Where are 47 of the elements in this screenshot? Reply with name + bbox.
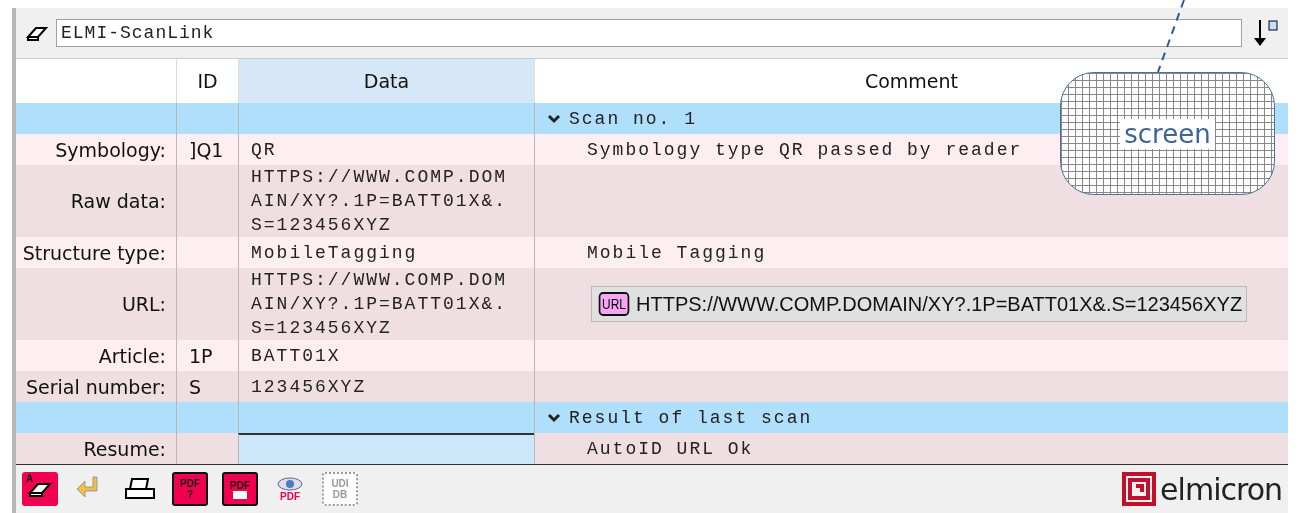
label-cell: Resume: <box>16 433 176 464</box>
id-cell: 1P <box>176 340 238 371</box>
id-cell: ]Q1 <box>176 134 238 165</box>
section-title: Scan no. 1 <box>568 107 698 131</box>
chevron-icon[interactable] <box>547 113 561 124</box>
id-cell <box>176 237 238 268</box>
section-header-cell[interactable]: Result of last scan <box>534 402 1288 433</box>
data-cell: BATT01X <box>238 340 534 371</box>
id-cell <box>176 165 238 237</box>
eraser-icon[interactable] <box>26 25 48 41</box>
eye-icon <box>276 476 304 491</box>
title-field[interactable]: ELMI-ScanLink <box>56 19 1242 47</box>
id-cell <box>176 103 238 134</box>
comment-cell: Mobile Tagging <box>534 237 1288 268</box>
data-cell: MobileTagging <box>238 237 534 268</box>
section-title: Result of last scan <box>568 406 813 430</box>
printer-icon <box>124 477 156 501</box>
label-cell: Article: <box>16 340 176 371</box>
chevron-icon[interactable] <box>547 412 561 423</box>
id-cell <box>176 402 238 433</box>
id-cell <box>176 268 238 340</box>
label-cell: Symbology: <box>16 134 176 165</box>
label-cell: URL: <box>16 268 176 340</box>
data-cell[interactable] <box>238 433 534 464</box>
eraser-icon <box>28 481 52 497</box>
data-cell: HTTPS://WWW.COMP.DOMAIN/XY?.1P=BATT01X&.S=123456XYZ <box>238 165 534 237</box>
id-cell <box>176 433 238 464</box>
logo-icon <box>1122 472 1157 506</box>
pdf-tool[interactable]: PDF ? <box>172 472 208 506</box>
pdf-tool[interactable]: PDF <box>222 472 258 506</box>
label-cell: Structure type: <box>16 237 176 268</box>
column-header: Data <box>238 59 534 103</box>
label-cell: Raw data: <box>16 165 176 237</box>
comment-cell: AutoID URL Ok <box>534 433 1288 464</box>
url-link[interactable]: URL HTTPS://WWW.COMP.DOMAIN/XY?.1P=BATT01X&.S=123456XYZ <box>591 286 1248 322</box>
eye-pdf-tool[interactable]: PDF <box>272 472 308 506</box>
label-cell: Serial number: <box>16 371 176 402</box>
id-cell: S <box>176 371 238 402</box>
data-cell: 123456XYZ <box>238 371 534 402</box>
data-cell: HTTPS://WWW.COMP.DOMAIN/XY?.1P=BATT01X&.S=123456XYZ <box>238 268 534 340</box>
udi-db-tool[interactable]: UDI DB <box>322 472 358 506</box>
url-badge: URL <box>598 292 630 316</box>
callout-label: screen <box>1120 118 1215 149</box>
url-text: HTTPS://WWW.COMP.DOMAIN/XY?.1P=BATT01X&.S=123456XYZ <box>636 292 1243 316</box>
data-cell: QR <box>238 134 534 165</box>
logo-text: elmicron <box>1160 471 1282 507</box>
eraser-tool[interactable]: A <box>22 472 58 506</box>
